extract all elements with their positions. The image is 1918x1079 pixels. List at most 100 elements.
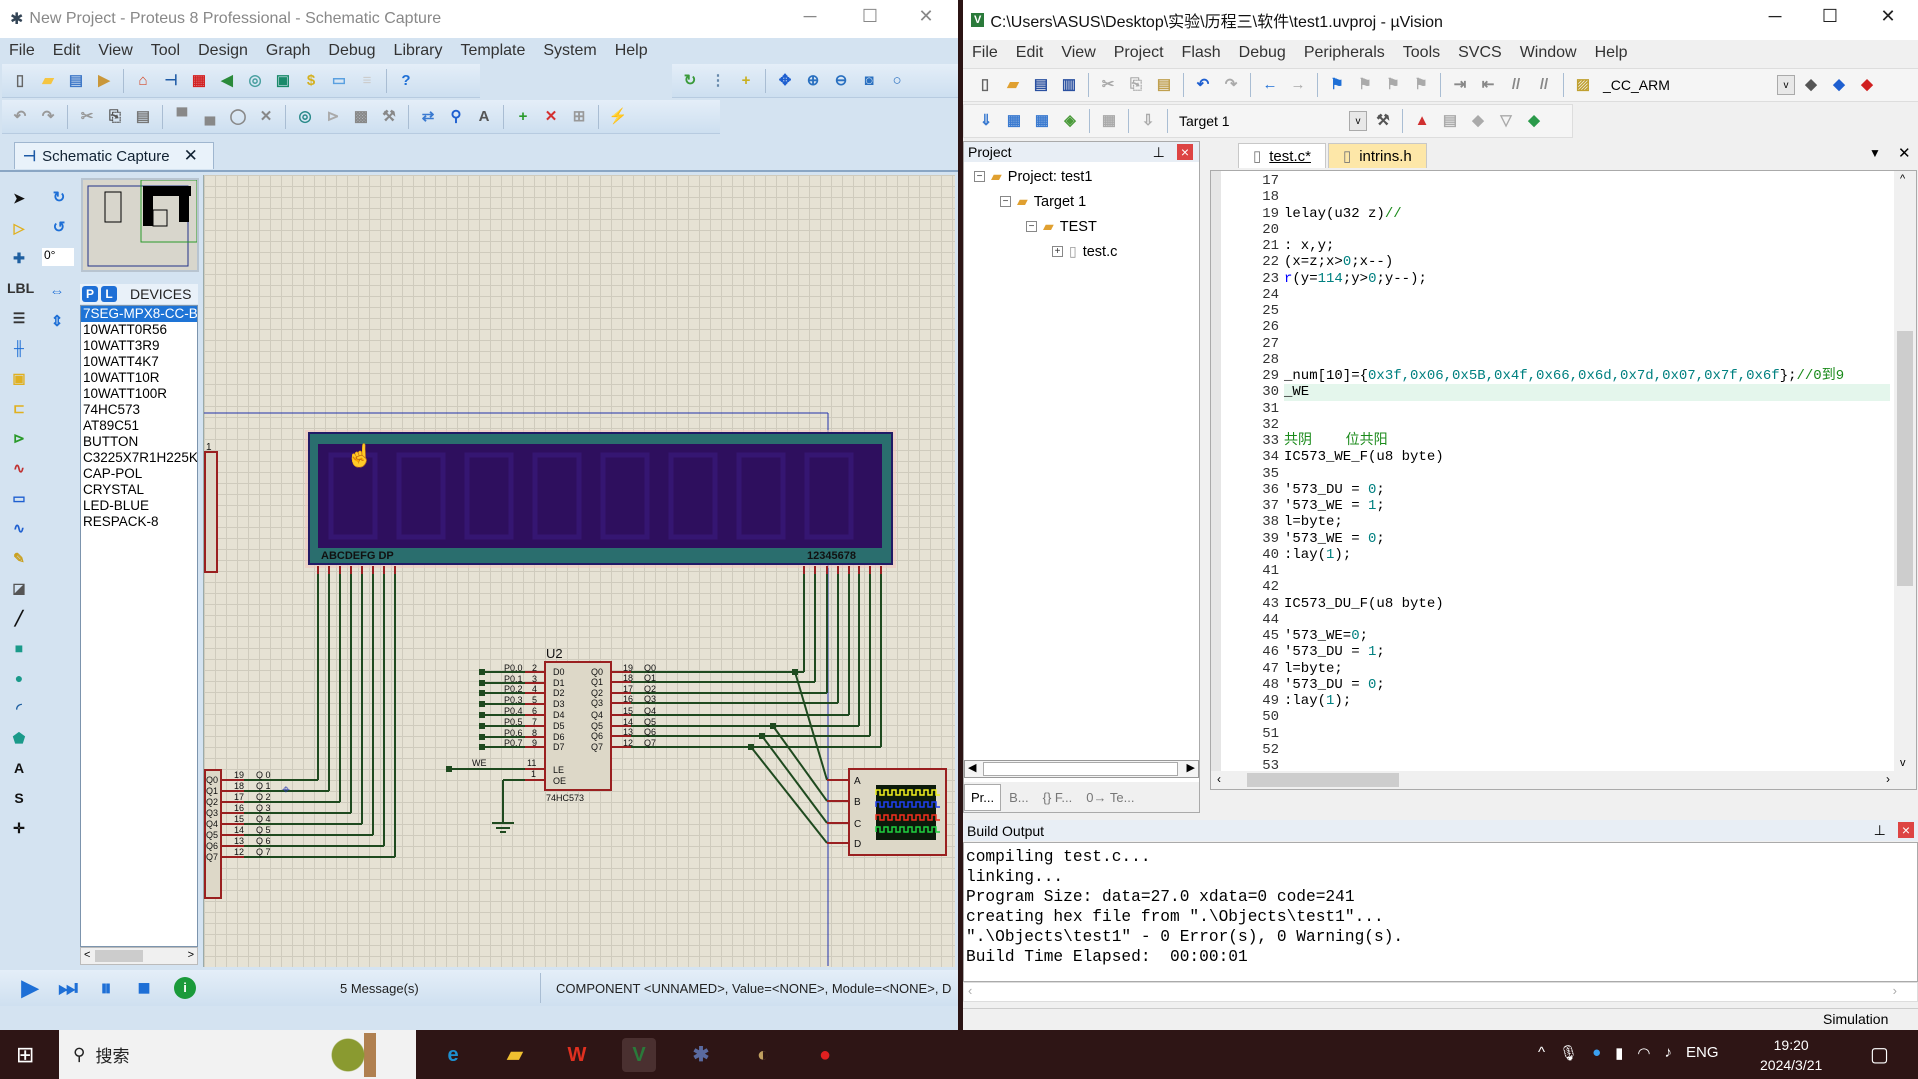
generator-mode-icon[interactable]: ∿ — [7, 516, 31, 540]
select-packs-icon[interactable]: ▤ — [1438, 109, 1462, 133]
battery-icon[interactable]: ▮ — [1615, 1044, 1623, 1062]
redo-icon[interactable]: ↷ — [1219, 73, 1243, 97]
close-editor-icon[interactable]: ✕ — [1898, 144, 1911, 162]
close-button[interactable]: ✕ — [906, 6, 946, 27]
close-panel-icon[interactable]: × — [1897, 822, 1914, 838]
save-icon[interactable]: ▤ — [64, 69, 88, 93]
find-combo-value[interactable]: _CC_ARM — [1603, 77, 1773, 93]
device-item[interactable]: 10WATT0R56 — [81, 322, 197, 338]
device-item[interactable]: AT89C51 — [81, 418, 197, 434]
manage-rte-icon[interactable]: ◆ — [1466, 109, 1490, 133]
screen-recorder-taskbar-icon[interactable]: ● — [808, 1038, 842, 1072]
download-icon[interactable]: ⇩ — [1136, 109, 1160, 133]
device-list[interactable]: 7SEG-MPX8-CC-BLUE10WATT0R5610WATT3R910WA… — [80, 305, 198, 947]
insert-bookmark-icon[interactable]: ⚑ — [1325, 73, 1349, 97]
make-device-icon[interactable]: ⊳ — [321, 105, 345, 129]
build-output-hscrollbar[interactable]: ‹ › — [963, 982, 1918, 1002]
close-tab-icon[interactable]: ✕ — [184, 146, 198, 166]
project-panel-tab[interactable]: B... — [1003, 785, 1035, 810]
paste-icon[interactable]: ▤ — [1152, 73, 1176, 97]
open-icon[interactable]: ▰ — [1001, 73, 1025, 97]
zoom-all-icon[interactable]: ◙ — [857, 69, 881, 93]
rebuild-icon[interactable]: ▦ — [1030, 109, 1054, 133]
block-move-icon[interactable]: ▄ — [198, 105, 222, 129]
help-search-icon[interactable]: ◆ — [1855, 73, 1879, 97]
microphone-icon[interactable]: 🎙 — [1559, 1044, 1578, 1062]
property-assignment-icon[interactable]: A — [472, 105, 496, 129]
wire-label-mode-icon[interactable]: LBL — [7, 276, 34, 300]
expand-icon[interactable]: + — [1052, 246, 1063, 257]
source-code-icon[interactable]: ▭ — [327, 69, 351, 93]
graph-mode-icon[interactable]: ∿ — [7, 456, 31, 480]
target-select[interactable]: Target 1 — [1175, 113, 1345, 129]
menu-project[interactable]: Project — [1105, 44, 1173, 62]
batch-build-icon[interactable]: ◈ — [1058, 109, 1082, 133]
home-icon[interactable]: ⌂ — [131, 69, 155, 93]
library-manager-button[interactable]: L — [101, 286, 117, 302]
schematic-canvas[interactable]: 1 ABCDEFG DP 12345678 Q0 19 Q 0 Q1 18 Q 1 Q2 17 Q 2… — [203, 175, 955, 967]
circle-mode-icon[interactable]: ● — [7, 666, 31, 690]
menu-library[interactable]: Library — [385, 42, 452, 60]
debug-session-icon[interactable]: ◆ — [1799, 73, 1823, 97]
options-for-target-icon[interactable]: ⚒ — [1371, 109, 1395, 133]
new-file-icon[interactable]: ▯ — [8, 69, 32, 93]
undo-icon[interactable]: ↶ — [1191, 73, 1215, 97]
block-delete-icon[interactable]: ✕ — [254, 105, 278, 129]
next-bookmark-icon[interactable]: ⚑ — [1381, 73, 1405, 97]
bill-of-materials-icon[interactable]: $ — [299, 69, 323, 93]
menu-tool[interactable]: Tool — [142, 42, 189, 60]
editor-vertical-scrollbar[interactable]: ^ v — [1894, 171, 1916, 771]
configure-icon[interactable]: ◆ — [1827, 73, 1851, 97]
device-item[interactable]: CRYSTAL — [81, 482, 197, 498]
translate-icon[interactable]: ⇓ — [974, 109, 998, 133]
minimize-button[interactable]: ─ — [1755, 6, 1795, 27]
code-editor[interactable]: 17 18 19 lelay(u32 z)//20 21: x,y; 22 (x=z;x>0… — [1210, 170, 1917, 790]
tree-node[interactable]: + ▯ test.c — [964, 239, 1199, 264]
device-item[interactable]: 7SEG-MPX8-CC-BLUE — [81, 306, 197, 322]
edge-taskbar-icon[interactable]: e — [436, 1038, 470, 1072]
info-icon[interactable]: i — [174, 977, 196, 999]
menu-window[interactable]: Window — [1511, 44, 1586, 62]
new-icon[interactable]: ▯ — [973, 73, 997, 97]
device-item[interactable]: 10WATT4K7 — [81, 354, 197, 370]
schematic-icon[interactable]: ⊣ — [159, 69, 183, 93]
zoom-area-icon[interactable]: ○ — [885, 69, 909, 93]
menu-edit[interactable]: Edit — [1007, 44, 1053, 62]
close-button[interactable]: ✕ — [1868, 6, 1908, 27]
device-item[interactable]: LED-BLUE — [81, 498, 197, 514]
software-packs-icon[interactable]: ◆ — [1522, 109, 1546, 133]
build-output-text[interactable]: compiling test.c... linking... Program Siz… — [963, 842, 1918, 982]
menu-view[interactable]: View — [1052, 44, 1104, 62]
wps-office-taskbar-icon[interactable]: W — [560, 1038, 594, 1072]
line-mode-icon[interactable]: ╱ — [7, 606, 31, 630]
proteus-taskbar-icon[interactable]: ✱ — [684, 1038, 718, 1072]
decompose-icon[interactable]: ⚒ — [377, 105, 401, 129]
menu-peripherals[interactable]: Peripherals — [1295, 44, 1394, 62]
tape-recorder-mode-icon[interactable]: ▭ — [7, 486, 31, 510]
notifications-icon[interactable]: ▢ — [1870, 1042, 1889, 1067]
save-all-icon[interactable]: ▥ — [1057, 73, 1081, 97]
menu-debug[interactable]: Debug — [319, 42, 384, 60]
terminals-mode-icon[interactable]: ⊏ — [7, 396, 31, 420]
menu-help[interactable]: Help — [1586, 44, 1637, 62]
import-icon[interactable]: ▶ — [92, 69, 116, 93]
arc-mode-icon[interactable]: ◜ — [7, 696, 31, 720]
cut-icon[interactable]: ✂ — [75, 105, 99, 129]
find-dropdown-icon[interactable]: v — [1777, 75, 1795, 95]
help-icon[interactable]: ? — [394, 69, 418, 93]
paint-taskbar-icon[interactable]: ◐ — [746, 1038, 780, 1072]
pause-icon[interactable]: ⏸ — [94, 976, 118, 1000]
project-panel-tab[interactable]: 0→ Te... — [1080, 785, 1140, 810]
menu-design[interactable]: Design — [189, 42, 257, 60]
false-origin-icon[interactable]: + — [734, 69, 758, 93]
menu-debug[interactable]: Debug — [1230, 44, 1295, 62]
block-rotate-icon[interactable]: ◯ — [226, 105, 250, 129]
rotation-field[interactable]: 0° — [42, 248, 74, 266]
clock[interactable]: 19:20 2024/3/21 — [1760, 1035, 1822, 1075]
notes-icon[interactable]: ≡ — [355, 69, 379, 93]
closed-path-mode-icon[interactable]: ⬟ — [7, 726, 31, 750]
design-explorer-icon[interactable]: ▣ — [271, 69, 295, 93]
editor-tab[interactable]: ▯ intrins.h — [1327, 143, 1427, 168]
pin-icon[interactable]: ⊥ — [1153, 144, 1165, 160]
close-panel-icon[interactable]: × — [1176, 143, 1193, 160]
